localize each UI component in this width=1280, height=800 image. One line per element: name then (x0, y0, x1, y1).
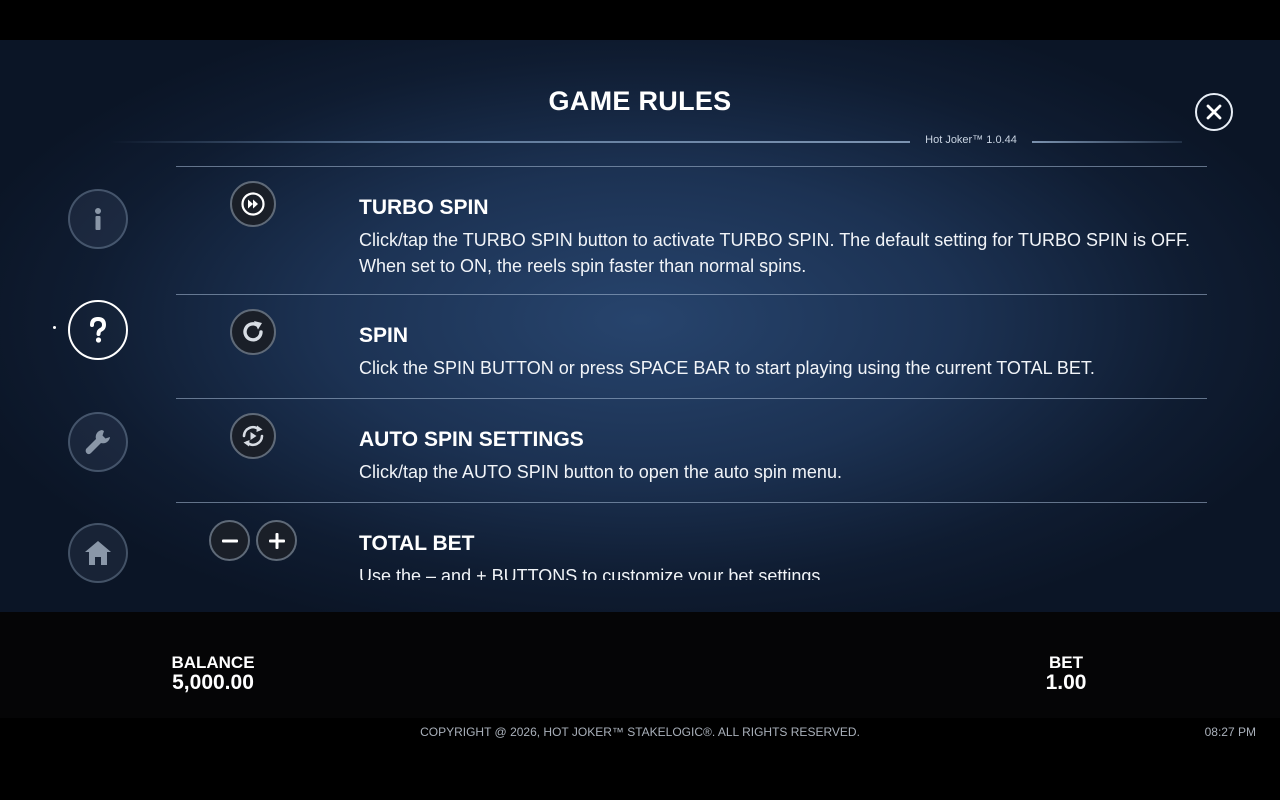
balance-value: 5,000.00 (172, 671, 254, 694)
bet-minus-button[interactable] (209, 520, 250, 561)
rule-description: Click/tap the TURBO SPIN button to activ… (359, 230, 1190, 276)
spin-icon (243, 321, 263, 342)
version-label: Hot Joker™ 1.0.44 (925, 134, 1017, 146)
close-icon (1206, 104, 1222, 120)
sidebar-item-info[interactable] (68, 189, 128, 249)
bet-label: BET (1049, 653, 1083, 672)
rule-spin: SPIN Click the SPIN BUTTON or press SPAC… (176, 294, 1207, 398)
rules-panel: GAME RULES Hot Joker™ 1.0.44 TURBO SPIN … (0, 40, 1280, 612)
auto-spin-icon (242, 425, 264, 447)
rule-title: TURBO SPIN (359, 196, 489, 219)
header-divider-right (1032, 141, 1182, 143)
turbo-spin-button[interactable] (230, 181, 276, 227)
copyright-text: COPYRIGHT @ 2026, HOT JOKER™ STAKELOGIC®… (420, 725, 860, 739)
rule-turbo-spin: TURBO SPIN Click/tap the TURBO SPIN butt… (176, 166, 1207, 294)
minus-icon (221, 539, 238, 542)
clock-time: 08:27 PM (1204, 725, 1256, 739)
rule-title: SPIN (359, 324, 409, 347)
rules-list[interactable]: TURBO SPIN Click/tap the TURBO SPIN butt… (176, 166, 1207, 580)
spin-button[interactable] (230, 309, 276, 355)
header-divider-left (110, 141, 910, 143)
close-button[interactable] (1195, 93, 1233, 131)
rule-description: Use the – and + BUTTONS to customize you… (359, 566, 826, 580)
bet-value: 1.00 (1045, 671, 1087, 694)
auto-spin-button[interactable] (230, 413, 276, 459)
rule-title: AUTO SPIN SETTINGS (359, 428, 584, 451)
turbo-spin-icon (241, 192, 265, 216)
info-icon (95, 208, 101, 230)
active-indicator-dot (53, 326, 56, 329)
sidebar-item-home[interactable] (68, 523, 128, 583)
home-icon (85, 541, 111, 565)
footer: COPYRIGHT @ 2026, HOT JOKER™ STAKELOGIC®… (0, 718, 1280, 800)
balance-label: BALANCE (171, 653, 255, 672)
rule-title: TOTAL BET (359, 532, 475, 555)
rule-description: Click the SPIN BUTTON or press SPACE BAR… (359, 358, 1095, 378)
rule-total-bet: TOTAL BET Use the – and + BUTTONS to cus… (176, 502, 1207, 580)
sidebar-item-settings[interactable] (68, 412, 128, 472)
wrench-icon (85, 430, 110, 455)
help-icon (90, 316, 107, 343)
plus-icon (268, 532, 285, 549)
sidebar-item-help[interactable] (68, 300, 128, 360)
rule-auto-spin: AUTO SPIN SETTINGS Click/tap the AUTO SP… (176, 398, 1207, 502)
bet-plus-button[interactable] (256, 520, 297, 561)
page-title: GAME RULES (548, 86, 732, 116)
bottom-bar: BALANCE 5,000.00 BET 1.00 (0, 612, 1280, 718)
rule-description: Click/tap the AUTO SPIN button to open t… (359, 462, 842, 482)
